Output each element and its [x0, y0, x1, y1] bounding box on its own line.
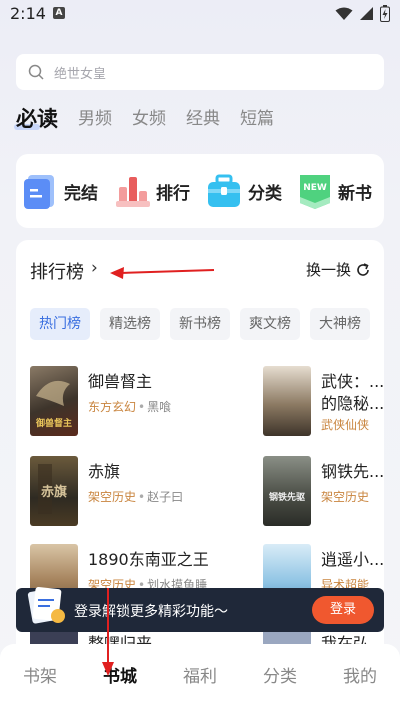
book-cover — [263, 366, 311, 436]
category-icon — [208, 174, 240, 207]
new-book-icon: NEW — [300, 175, 330, 209]
quick-links-card: 完结 排行 分类 NEW 新书 — [16, 154, 384, 228]
ranking-chips: 热门榜 精选榜 新书榜 爽文榜 大神榜 — [30, 308, 370, 340]
book-item[interactable]: 御兽督主 御兽督主 东方玄幻 • 黑喰 — [30, 366, 250, 436]
status-time: 2:14 — [10, 4, 46, 23]
book-meta: 武侠仙侠 — [321, 416, 369, 433]
search-input[interactable]: 绝世女皇 — [16, 54, 384, 90]
book-meta: 架空历史 — [321, 488, 369, 505]
nav-welfare[interactable]: 福利 — [160, 662, 240, 687]
status-icons — [335, 5, 390, 22]
book-title: 赤旗 — [88, 462, 121, 481]
nav-mine[interactable]: 我的 — [320, 662, 400, 687]
cover-text: 钢铁先驱 — [269, 491, 305, 503]
wifi-icon — [335, 7, 353, 20]
quick-link-finished[interactable]: 完结 — [24, 173, 98, 209]
bottom-nav: 书架 书城 福利 分类 我的 — [0, 644, 400, 710]
finished-icon — [24, 175, 54, 209]
book-title: 武侠：... — [321, 372, 384, 391]
quick-link-ranking[interactable]: 排行 — [116, 173, 190, 209]
quick-link-new-book[interactable]: NEW 新书 — [298, 173, 372, 209]
book-category: 架空历史 — [321, 490, 370, 504]
tab-must-read[interactable]: 必读 — [14, 106, 58, 132]
book-meta: 架空历史 • 赵子曰 — [88, 490, 184, 504]
cover-text: 御兽督主 — [35, 417, 72, 429]
ranking-icon — [116, 177, 150, 207]
new-badge-text: NEW — [303, 183, 327, 193]
refresh-icon — [357, 262, 369, 276]
tab-short[interactable]: 短篇 — [240, 106, 274, 132]
book-subtitle: 的隐秘... — [321, 394, 384, 413]
book-cover: 钢铁先驱 — [263, 456, 311, 526]
battery-icon — [380, 5, 390, 22]
swap-label: 换一换 — [305, 261, 351, 279]
quick-link-label: 分类 — [248, 183, 282, 204]
book-item[interactable]: 武侠：... 的隐秘... 武侠仙侠 — [263, 366, 384, 436]
book-meta: 东方玄幻 • 黑喰 — [88, 400, 172, 414]
chevron-right-icon[interactable]: › — [91, 258, 98, 278]
tab-female[interactable]: 女频 — [132, 106, 166, 132]
signal-icon — [360, 7, 373, 20]
book-author: 黑喰 — [147, 400, 172, 414]
nav-bookstore[interactable]: 书城 — [80, 662, 160, 687]
book-title: 钢铁先... — [321, 462, 384, 481]
chip-new[interactable]: 新书榜 — [170, 308, 230, 340]
tab-classic[interactable]: 经典 — [186, 106, 220, 132]
swap-button[interactable]: 换一换 — [306, 259, 370, 280]
nav-category[interactable]: 分类 — [240, 662, 320, 687]
book-category: 武侠仙侠 — [321, 418, 370, 432]
chip-master[interactable]: 大神榜 — [310, 308, 370, 340]
login-promo-bar: 登录解锁更多精彩功能～ 登录 — [16, 587, 384, 632]
book-author: 赵子曰 — [147, 490, 184, 504]
book-title: 逍遥小... — [321, 550, 384, 569]
chip-cool[interactable]: 爽文榜 — [240, 308, 300, 340]
book-title: 1890东南亚之王 — [88, 550, 209, 569]
nav-bookshelf[interactable]: 书架 — [0, 662, 80, 687]
quick-link-label: 排行 — [156, 183, 190, 204]
promo-text: 登录解锁更多精彩功能～ — [74, 604, 228, 620]
chip-hot[interactable]: 热门榜 — [30, 308, 90, 340]
quick-link-label: 新书 — [338, 183, 372, 204]
notification-a-icon: A — [53, 7, 65, 19]
chip-selected[interactable]: 精选榜 — [100, 308, 160, 340]
quick-link-label: 完结 — [64, 183, 98, 204]
search-icon — [28, 64, 44, 80]
tab-male[interactable]: 男频 — [78, 106, 112, 132]
top-tabs: 必读 男频 女频 经典 短篇 — [14, 102, 294, 132]
book-category: 架空历史 — [88, 490, 137, 504]
book-cover: 御兽督主 — [30, 366, 78, 436]
login-button[interactable]: 登录 — [312, 596, 374, 624]
ranking-title[interactable]: 排行榜 — [30, 258, 84, 284]
quick-link-category[interactable]: 分类 — [206, 173, 282, 209]
book-category: 东方玄幻 — [88, 400, 137, 414]
book-title: 御兽督主 — [88, 372, 153, 391]
book-illustration-icon — [27, 587, 65, 624]
book-item[interactable]: 赤旗 赤旗 架空历史 • 赵子曰 — [30, 456, 250, 526]
book-item[interactable]: 钢铁先驱 钢铁先... 架空历史 — [263, 456, 384, 526]
status-bar: 2:14 A — [0, 0, 400, 28]
cover-text: 赤旗 — [41, 484, 67, 500]
book-cover: 赤旗 — [30, 456, 78, 526]
search-placeholder: 绝世女皇 — [54, 66, 107, 82]
